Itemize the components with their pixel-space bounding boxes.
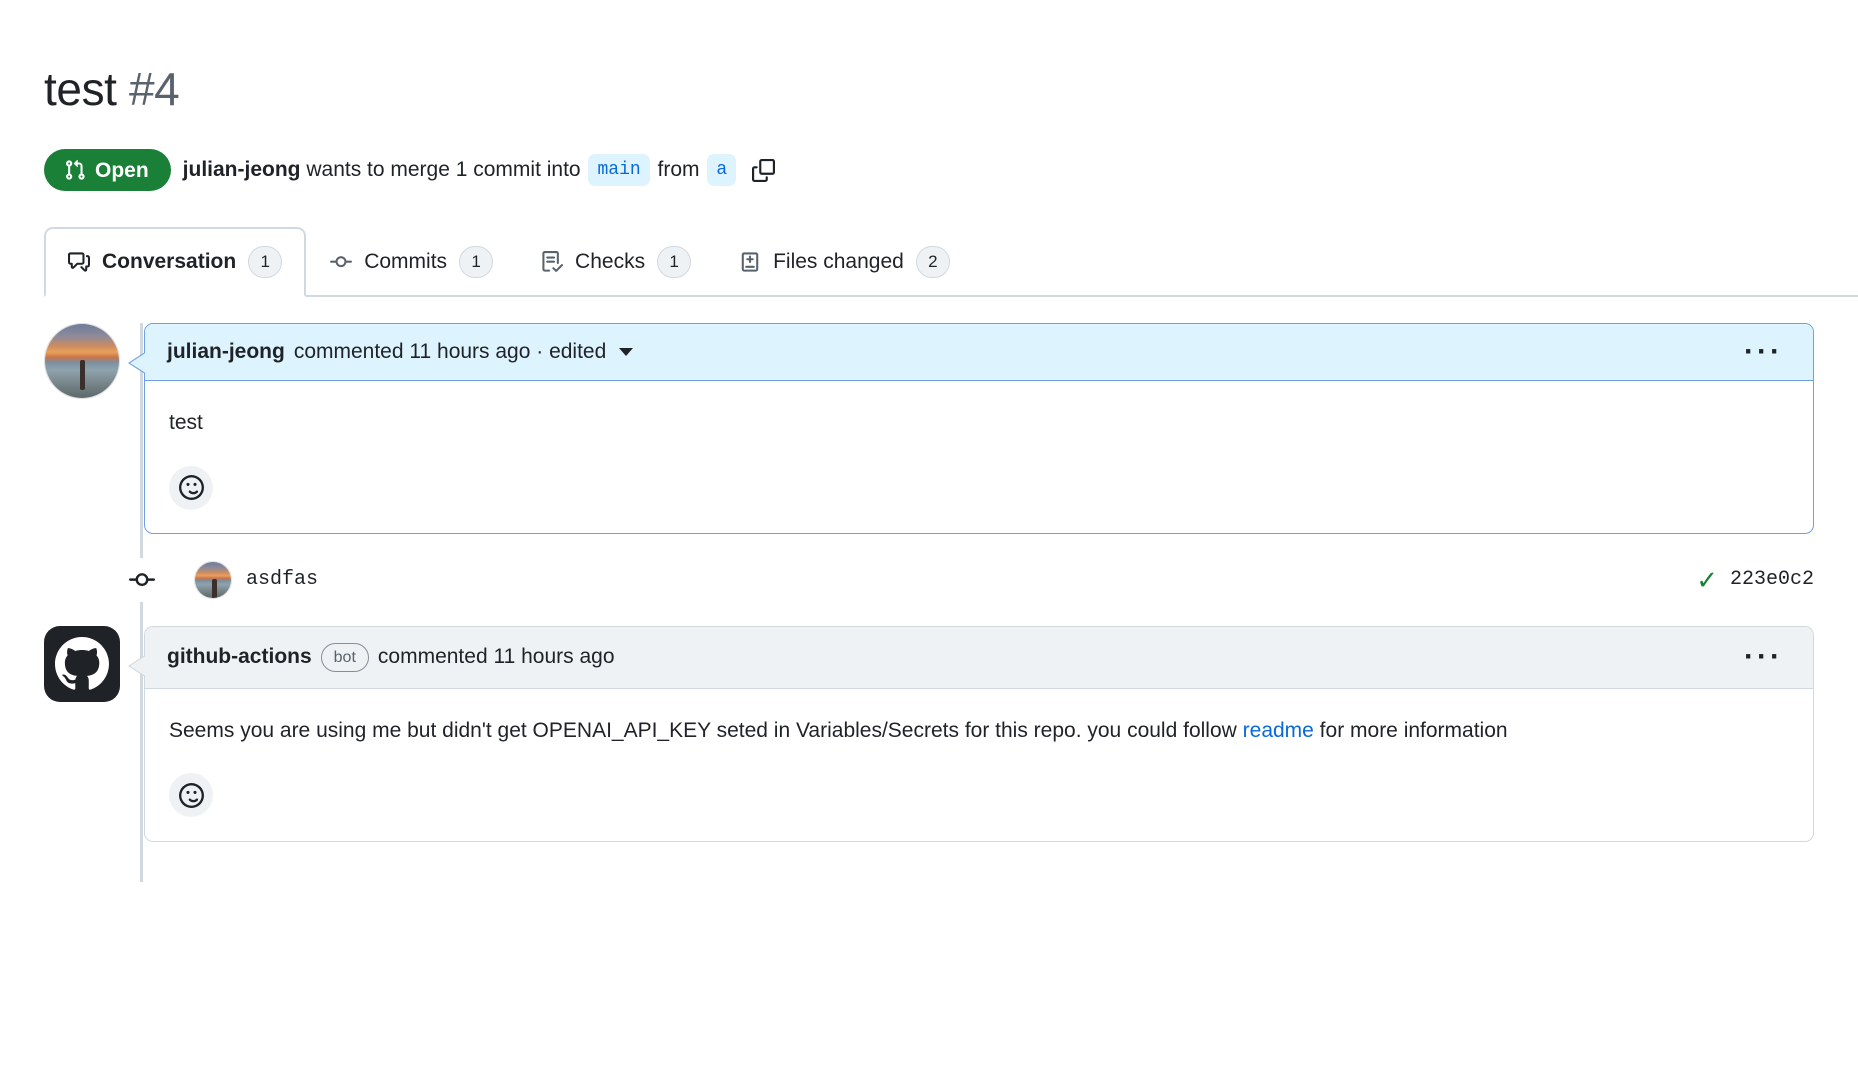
merge-phrase-2: from xyxy=(657,158,700,182)
tab-list: Conversation 1 Commits 1 Checks 1 Files … xyxy=(44,227,1814,298)
comment-header: julian-jeong commented 11 hours ago · ed… xyxy=(145,324,1813,382)
tab-files-changed[interactable]: Files changed 2 xyxy=(715,227,974,297)
pr-number: #4 xyxy=(128,62,180,115)
timeline-comment-1: julian-jeong commented 11 hours ago · ed… xyxy=(44,323,1814,534)
comment-timestamp: commented 11 hours ago · edited xyxy=(293,340,607,364)
timeline-commit-row: asdfas ✓ 223e0c2 xyxy=(44,556,1814,604)
pr-tab-nav: Conversation 1 Commits 1 Checks 1 Files … xyxy=(44,227,1858,298)
smiley-icon[interactable] xyxy=(169,773,213,818)
copy-icon[interactable] xyxy=(746,153,780,187)
comment-header-left: julian-jeong commented 11 hours ago · ed… xyxy=(167,340,634,364)
smiley-icon[interactable] xyxy=(169,465,213,510)
comment-discussion-icon xyxy=(68,251,90,273)
tab-commits[interactable]: Commits 1 xyxy=(306,227,517,297)
base-branch-chip[interactable]: main xyxy=(588,154,650,187)
tab-checks-label: Checks xyxy=(575,250,646,274)
comment-text-part-1: Seems you are using me but didn't get OP… xyxy=(169,718,1243,742)
comment-author[interactable]: julian-jeong xyxy=(167,340,285,364)
file-diff-icon xyxy=(739,251,761,273)
checklist-icon xyxy=(541,251,564,273)
tab-conversation-count: 1 xyxy=(248,246,283,279)
commit-status: ✓ 223e0c2 xyxy=(1696,567,1814,593)
readme-link[interactable]: readme xyxy=(1243,719,1314,742)
comment-menu-button[interactable]: ··· xyxy=(1736,642,1791,672)
tab-conversation[interactable]: Conversation 1 xyxy=(44,227,307,298)
pr-timeline: julian-jeong commented 11 hours ago · ed… xyxy=(44,323,1814,882)
comment-box: github-actions bot commented 11 hours ag… xyxy=(128,625,1814,842)
comment-header: github-actions bot commented 11 hours ag… xyxy=(145,626,1813,689)
pr-author[interactable]: julian-jeong xyxy=(183,158,301,182)
comment-body: Seems you are using me but didn't get OP… xyxy=(145,689,1813,841)
check-icon: ✓ xyxy=(1696,564,1718,595)
github-logo-icon xyxy=(55,636,109,690)
merge-phrase-1: wants to merge 1 commit into xyxy=(306,158,581,182)
avatar-photo xyxy=(195,561,231,598)
tab-files-changed-label: Files changed xyxy=(773,250,904,274)
git-pull-request-icon xyxy=(64,159,86,181)
status-badge-label: Open xyxy=(95,158,149,182)
tab-conversation-label: Conversation xyxy=(102,250,237,274)
timeline-comment-2: github-actions bot commented 11 hours ag… xyxy=(44,625,1814,842)
comment-text: Seems you are using me but didn't get OP… xyxy=(169,715,1789,748)
comment-timestamp: commented 11 hours ago xyxy=(377,645,615,669)
commit-main: asdfas xyxy=(194,560,318,599)
avatar[interactable] xyxy=(44,323,120,400)
tab-commits-count: 1 xyxy=(459,246,494,279)
comment-author[interactable]: github-actions xyxy=(167,645,312,669)
comment-text: test xyxy=(169,411,203,435)
tab-checks[interactable]: Checks 1 xyxy=(517,227,715,297)
git-commit-icon xyxy=(120,557,164,602)
tab-checks-count: 1 xyxy=(657,246,692,279)
avatar-photo xyxy=(45,324,119,399)
comment-body: test xyxy=(145,381,1813,533)
chevron-down-icon[interactable] xyxy=(619,348,634,357)
tab-commits-label: Commits xyxy=(364,250,448,274)
pr-subhead: Open julian-jeong wants to merge 1 commi… xyxy=(44,149,1814,192)
commit-sha[interactable]: 223e0c2 xyxy=(1730,568,1814,591)
status-badge: Open xyxy=(44,149,171,192)
avatar[interactable] xyxy=(44,625,120,702)
pr-title-text: test xyxy=(44,62,117,115)
git-commit-icon xyxy=(330,251,353,273)
commit-avatar[interactable] xyxy=(194,560,232,599)
comment-menu-button[interactable]: ··· xyxy=(1736,337,1791,367)
merge-summary: julian-jeong wants to merge 1 commit int… xyxy=(183,153,781,187)
tab-files-changed-count: 2 xyxy=(915,246,950,279)
commit-message[interactable]: asdfas xyxy=(246,568,318,591)
comment-box: julian-jeong commented 11 hours ago · ed… xyxy=(128,323,1814,534)
page-title: test #4 xyxy=(44,31,1814,119)
pull-request-page: test #4 Open julian-jeong wants to merge… xyxy=(0,31,1858,1092)
bot-badge: bot xyxy=(320,642,369,672)
comment-header-left: github-actions bot commented 11 hours ag… xyxy=(167,642,615,672)
comment-text-part-2: for more information xyxy=(1313,718,1508,742)
head-branch-chip[interactable]: a xyxy=(707,154,737,187)
